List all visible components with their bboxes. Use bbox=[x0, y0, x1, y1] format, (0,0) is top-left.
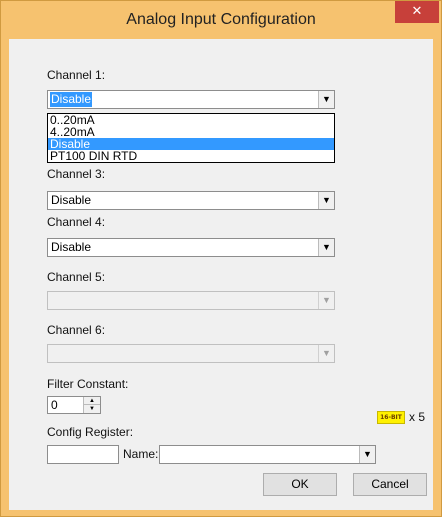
close-button[interactable]: ✕ bbox=[395, 1, 439, 23]
chevron-down-icon[interactable]: ▼ bbox=[318, 91, 334, 108]
channel-3-select[interactable]: Disable ▼ bbox=[47, 191, 335, 210]
name-label: Name: bbox=[123, 447, 159, 461]
channel-1-value: Disable bbox=[50, 92, 93, 107]
channel-4-select[interactable]: Disable ▼ bbox=[47, 238, 335, 257]
close-icon: ✕ bbox=[411, 4, 423, 19]
channel-1-select[interactable]: Disable ▼ bbox=[47, 90, 335, 109]
multiplier-text: x 5 bbox=[409, 410, 426, 424]
spinner-buttons: ▲ ▼ bbox=[83, 397, 100, 413]
channel-5-label: Channel 5: bbox=[47, 270, 106, 284]
filter-constant-value: 0 bbox=[51, 398, 58, 412]
spin-down-icon[interactable]: ▼ bbox=[84, 405, 100, 413]
dropdown-option-pt100[interactable]: PT100 DIN RTD bbox=[48, 150, 334, 162]
spin-up-icon[interactable]: ▲ bbox=[84, 397, 100, 405]
window-title: Analog Input Configuration bbox=[126, 11, 316, 28]
name-select[interactable]: ▼ bbox=[159, 445, 376, 464]
16-bit-badge-icon: 16-BIT bbox=[377, 411, 405, 424]
chevron-down-icon[interactable]: ▼ bbox=[318, 239, 334, 256]
config-register-input[interactable] bbox=[47, 445, 119, 464]
channel-1-dropdown-list: 0..20mA 4..20mA Disable PT100 DIN RTD bbox=[47, 113, 335, 163]
channel-5-select: ▼ bbox=[47, 291, 335, 310]
channel-3-value: Disable bbox=[51, 193, 92, 207]
chevron-down-icon[interactable]: ▼ bbox=[359, 446, 375, 463]
dialog-window: Analog Input Configuration ✕ Channel 1: … bbox=[0, 0, 442, 517]
channel-1-label: Channel 1: bbox=[47, 68, 106, 82]
dialog-client-area: Channel 1: Disable ▼ 0..20mA 4..20mA Dis… bbox=[9, 39, 433, 510]
channel-6-label: Channel 6: bbox=[47, 323, 106, 337]
channel-3-label: Channel 3: bbox=[47, 167, 106, 181]
channel-4-value: Disable bbox=[51, 240, 92, 254]
channel-4-label: Channel 4: bbox=[47, 215, 106, 229]
dropdown-option-4-20ma[interactable]: 4..20mA bbox=[48, 126, 334, 138]
chevron-down-icon: ▼ bbox=[318, 345, 334, 362]
channel-6-select: ▼ bbox=[47, 344, 335, 363]
filter-constant-spinner[interactable]: 0 ▲ ▼ bbox=[47, 396, 101, 414]
cancel-button[interactable]: Cancel bbox=[353, 473, 427, 496]
chevron-down-icon[interactable]: ▼ bbox=[318, 192, 334, 209]
chevron-down-icon: ▼ bbox=[318, 292, 334, 309]
ok-button[interactable]: OK bbox=[263, 473, 337, 496]
title-bar[interactable]: Analog Input Configuration ✕ bbox=[1, 1, 441, 39]
config-register-label: Config Register: bbox=[47, 425, 134, 439]
filter-constant-label: Filter Constant: bbox=[47, 377, 129, 391]
